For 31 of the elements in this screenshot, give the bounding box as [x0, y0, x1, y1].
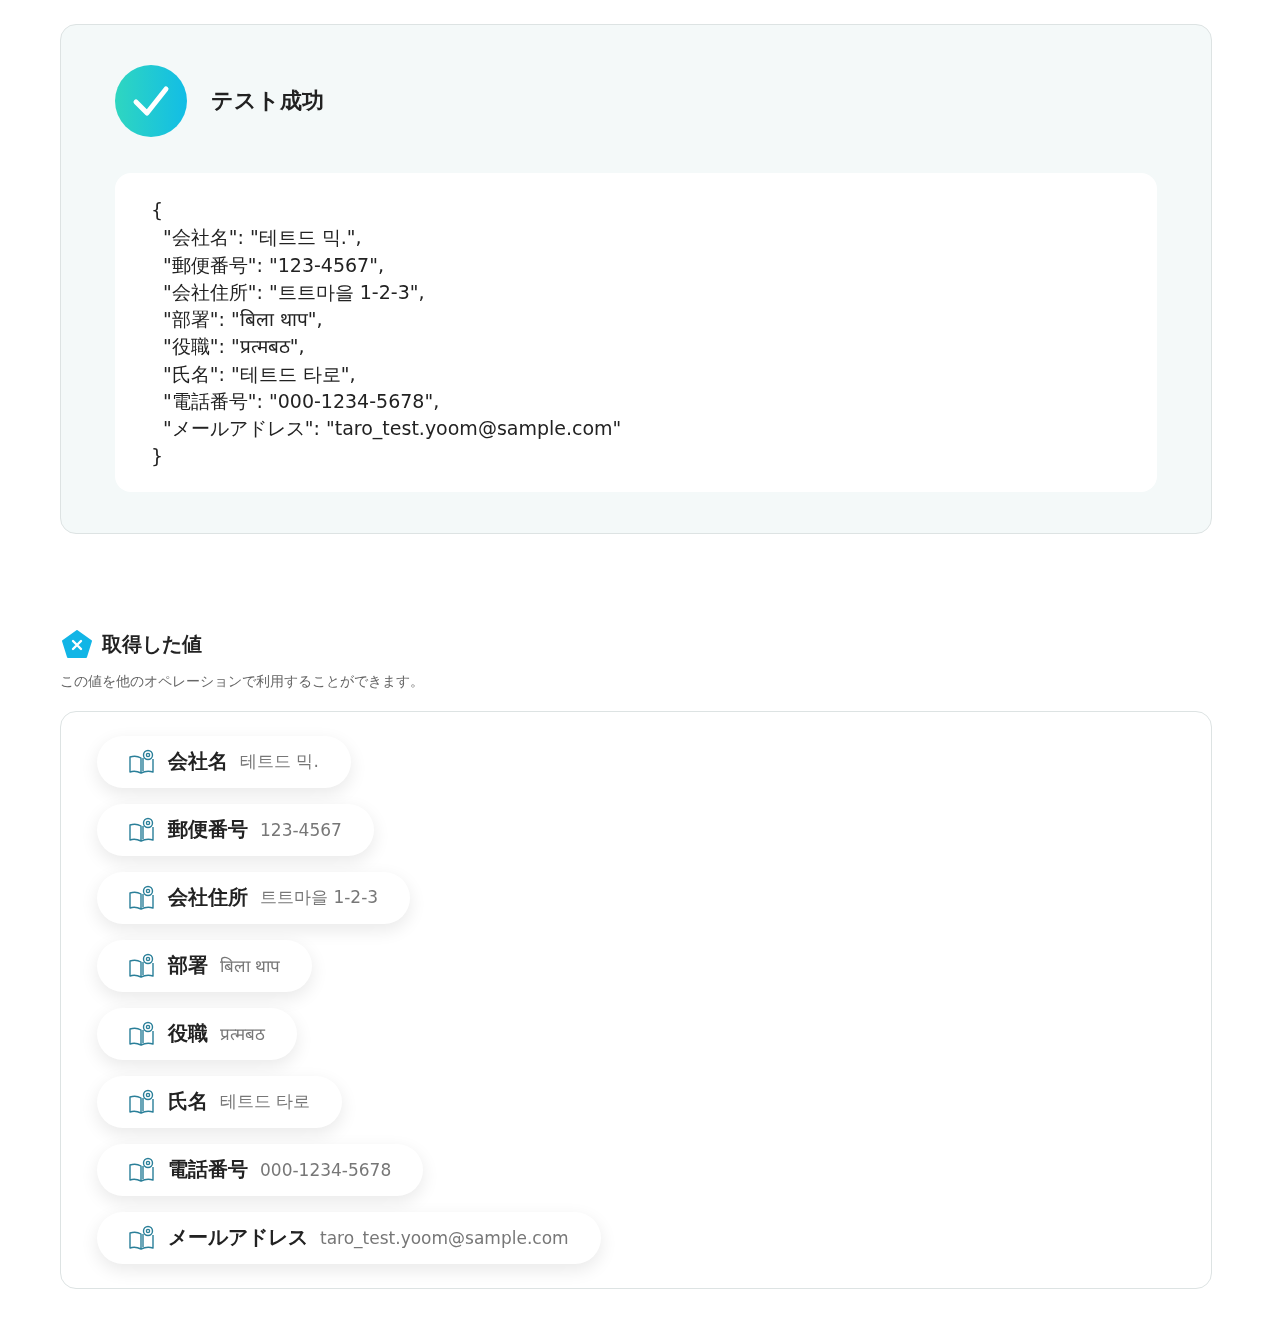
book-eye-icon [129, 1224, 155, 1251]
value-chip[interactable]: 役職 प्रत्मबठ [97, 1007, 297, 1060]
value-chip[interactable]: 会社名 테트드 믹. [97, 735, 351, 788]
code-line: { [151, 198, 165, 223]
pentagon-x-icon [62, 629, 92, 659]
code-line: "会社名": "테트드 믹.", [162, 225, 363, 251]
book-eye-icon [129, 1156, 155, 1183]
code-line: "氏名": "테트드 타로", [162, 361, 357, 387]
result-title: テスト成功 [211, 87, 324, 115]
book-eye-icon [129, 1020, 155, 1047]
code-line: "郵便番号": "123-4567", [162, 252, 385, 278]
book-eye-icon [129, 748, 155, 775]
value-chip[interactable]: メールアドレス taro_test.yoom@sample.com [97, 1211, 601, 1264]
section-title: 取得した値 [102, 630, 202, 658]
book-eye-icon [129, 884, 155, 911]
code-line: "部署": "बिला थाप", [162, 307, 324, 333]
value-chip[interactable]: 氏名 테트드 타로 [97, 1075, 343, 1128]
value-chip[interactable]: 電話番号 000-1234-5678 [97, 1143, 424, 1196]
book-eye-icon [129, 952, 155, 979]
code-line: "会社住所": "트트마을 1-2-3", [162, 279, 426, 305]
code-line: "電話番号": "000-1234-5678", [162, 389, 441, 415]
value-chip[interactable]: 郵便番号 123-4567 [97, 803, 374, 856]
section-description: この値を他のオペレーションで利用することができます。 [60, 672, 425, 691]
value-chip[interactable]: 会社住所 트트마을 1-2-3 [97, 871, 411, 924]
book-eye-icon [129, 1088, 155, 1115]
check-icon [115, 65, 187, 137]
value-chip[interactable]: 部署 बिला थाप [97, 939, 313, 992]
code-line: "メールアドレス": "taro_test.yoom@sample.com" [162, 416, 623, 442]
book-eye-icon [129, 816, 155, 843]
code-line: } [151, 443, 165, 469]
code-line: "役職": "प्रत्मबठ", [162, 334, 306, 360]
